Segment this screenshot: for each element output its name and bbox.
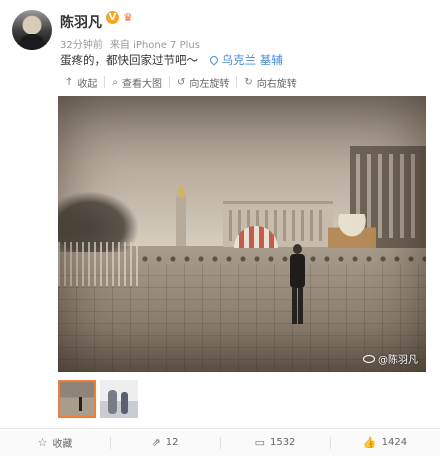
like-button[interactable]: 👍 1424 (330, 429, 440, 456)
username[interactable]: 陈羽凡 (60, 12, 102, 32)
rotate-left-icon: ↺ (177, 76, 186, 88)
rotate-left-button[interactable]: ↺ 向左旋转 (170, 76, 238, 90)
like-icon: 👍 (362, 436, 377, 449)
location-label: 乌克兰 基辅 (221, 53, 283, 67)
collapse-label: 收起 (77, 78, 98, 90)
like-count: 1424 (381, 437, 408, 448)
post-source: 来自 iPhone 7 Plus (109, 40, 200, 51)
avatar[interactable] (12, 10, 52, 50)
post-body: 蛋疼的，都快回家过节吧～ (60, 53, 198, 67)
location-link[interactable]: 乌克兰 基辅 (207, 53, 283, 67)
comment-count: 1532 (269, 437, 296, 448)
post-photo[interactable]: @陈羽凡 (58, 96, 426, 372)
photo-vignette (58, 96, 426, 372)
thumbnail-1-selected[interactable] (58, 380, 96, 418)
rotate-left-label: 向左旋转 (189, 78, 230, 90)
collapse-button[interactable]: ↑ 收起 (58, 76, 106, 90)
view-large-label: 查看大图 (122, 78, 162, 90)
forward-count: 12 (165, 437, 179, 448)
post-meta: 32分钟前 来自 iPhone 7 Plus (60, 36, 204, 51)
post-time[interactable]: 32分钟前 (60, 40, 103, 51)
post-text: 蛋疼的，都快回家过节吧～ 乌克兰 基辅 (60, 52, 283, 68)
rotate-right-label: 向右旋转 (256, 78, 297, 90)
star-icon: ☆ (37, 436, 48, 449)
thumbnail-strip (58, 380, 142, 420)
forward-icon: ⇗ (151, 436, 161, 449)
image-toolbar: ↑ 收起 ⌕ 查看大图 ↺ 向左旋转 ↻ 向右旋转 (58, 72, 304, 92)
verified-badge-icon: V (106, 11, 119, 24)
watermark-text: @陈羽凡 (378, 355, 418, 366)
rotate-right-icon: ↻ (244, 76, 253, 88)
forward-button[interactable]: ⇗ 12 (110, 429, 220, 456)
favorite-label: 收藏 (52, 439, 73, 450)
comment-button[interactable]: ▭ 1532 (220, 429, 330, 456)
favorite-button[interactable]: ☆ 收藏 (0, 429, 110, 456)
zoom-icon: ⌕ (112, 76, 118, 88)
location-pin-icon (207, 54, 220, 66)
photo-watermark: @陈羽凡 (363, 351, 418, 366)
weibo-logo-icon (363, 354, 375, 363)
thumbnail-2[interactable] (100, 380, 138, 418)
member-crown-icon: ♛ (123, 11, 133, 24)
collapse-icon: ↑ (65, 76, 74, 88)
comment-icon: ▭ (254, 436, 265, 449)
view-large-button[interactable]: ⌕ 查看大图 (105, 76, 170, 90)
action-bar: ☆ 收藏 ⇗ 12 ▭ 1532 👍 1424 (0, 428, 440, 456)
rotate-right-button[interactable]: ↻ 向右旋转 (237, 76, 303, 90)
